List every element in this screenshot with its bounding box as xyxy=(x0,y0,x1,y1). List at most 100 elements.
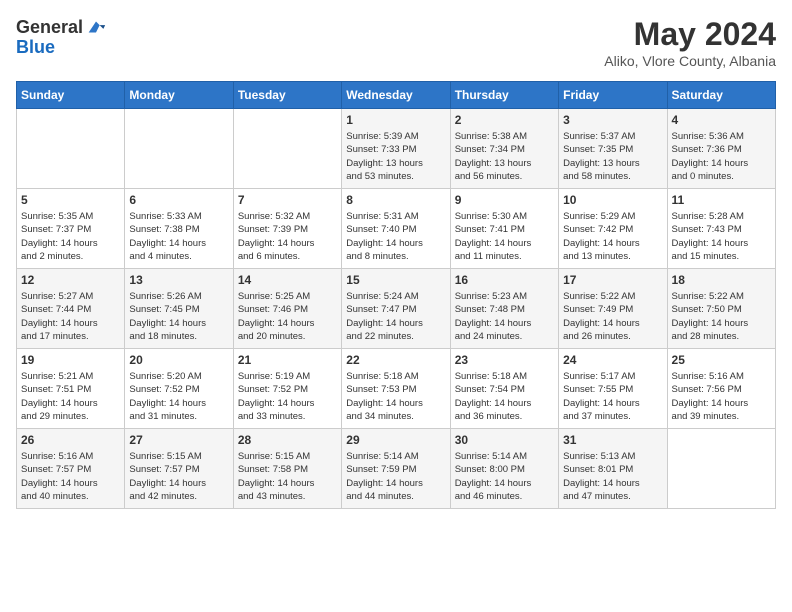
day-info-line: Daylight: 13 hours xyxy=(455,157,554,170)
day-info-line: Daylight: 14 hours xyxy=(455,397,554,410)
day-info-line: Sunset: 7:39 PM xyxy=(238,223,337,236)
day-number: 24 xyxy=(563,353,662,367)
cell-w3-d3: 14Sunrise: 5:25 AMSunset: 7:46 PMDayligh… xyxy=(233,269,341,349)
col-thursday: Thursday xyxy=(450,82,558,109)
day-info-line: and 34 minutes. xyxy=(346,410,445,423)
day-number: 21 xyxy=(238,353,337,367)
cell-w4-d7: 25Sunrise: 5:16 AMSunset: 7:56 PMDayligh… xyxy=(667,349,775,429)
day-info-line: and 42 minutes. xyxy=(129,490,228,503)
day-number: 3 xyxy=(563,113,662,127)
day-number: 13 xyxy=(129,273,228,287)
day-info-line: and 43 minutes. xyxy=(238,490,337,503)
cell-w4-d4: 22Sunrise: 5:18 AMSunset: 7:53 PMDayligh… xyxy=(342,349,450,429)
day-info-line: Daylight: 14 hours xyxy=(455,237,554,250)
logo-icon xyxy=(85,16,107,38)
day-info-line: Sunrise: 5:39 AM xyxy=(346,130,445,143)
day-info-line: Sunset: 7:37 PM xyxy=(21,223,120,236)
day-info-line: Sunrise: 5:30 AM xyxy=(455,210,554,223)
day-info-line: and 20 minutes. xyxy=(238,330,337,343)
day-info-line: Daylight: 14 hours xyxy=(563,237,662,250)
week-row-5: 26Sunrise: 5:16 AMSunset: 7:57 PMDayligh… xyxy=(17,429,776,509)
day-info-line: Sunrise: 5:32 AM xyxy=(238,210,337,223)
col-friday: Friday xyxy=(559,82,667,109)
cell-w4-d5: 23Sunrise: 5:18 AMSunset: 7:54 PMDayligh… xyxy=(450,349,558,429)
day-info-line: Daylight: 14 hours xyxy=(346,237,445,250)
day-info-line: Sunset: 7:49 PM xyxy=(563,303,662,316)
day-info-line: Sunset: 7:33 PM xyxy=(346,143,445,156)
day-info-line: and 29 minutes. xyxy=(21,410,120,423)
title-month: May 2024 xyxy=(604,16,776,53)
day-info-line: Sunset: 7:52 PM xyxy=(238,383,337,396)
day-info-line: Sunrise: 5:17 AM xyxy=(563,370,662,383)
day-info-line: Sunrise: 5:37 AM xyxy=(563,130,662,143)
day-info-line: Sunrise: 5:15 AM xyxy=(238,450,337,463)
day-info-line: Sunset: 7:36 PM xyxy=(672,143,771,156)
day-number: 27 xyxy=(129,433,228,447)
day-info-line: Sunrise: 5:28 AM xyxy=(672,210,771,223)
cell-w2-d1: 5 Sunrise: 5:35 AMSunset: 7:37 PMDaylight… xyxy=(17,189,125,269)
day-info-line: Sunrise: 5:25 AM xyxy=(238,290,337,303)
day-info-line: Sunset: 7:47 PM xyxy=(346,303,445,316)
day-info-line: Sunrise: 5:14 AM xyxy=(346,450,445,463)
day-info-line: and 36 minutes. xyxy=(455,410,554,423)
day-info-line: Sunset: 7:55 PM xyxy=(563,383,662,396)
week-row-4: 19Sunrise: 5:21 AMSunset: 7:51 PMDayligh… xyxy=(17,349,776,429)
cell-w2-d5: 9Sunrise: 5:30 AMSunset: 7:41 PMDaylight… xyxy=(450,189,558,269)
col-tuesday: Tuesday xyxy=(233,82,341,109)
day-info-line: Sunrise: 5:26 AM xyxy=(129,290,228,303)
cell-w5-d4: 29Sunrise: 5:14 AMSunset: 7:59 PMDayligh… xyxy=(342,429,450,509)
day-number: 22 xyxy=(346,353,445,367)
day-info-line: Sunrise: 5:20 AM xyxy=(129,370,228,383)
cell-w1-d5: 2Sunrise: 5:38 AMSunset: 7:34 PMDaylight… xyxy=(450,109,558,189)
day-info-line: Sunrise: 5:22 AM xyxy=(563,290,662,303)
day-info-line: and 40 minutes. xyxy=(21,490,120,503)
day-info-line: Daylight: 14 hours xyxy=(129,397,228,410)
cell-w2-d6: 10Sunrise: 5:29 AMSunset: 7:42 PMDayligh… xyxy=(559,189,667,269)
cell-w5-d5: 30Sunrise: 5:14 AMSunset: 8:00 PMDayligh… xyxy=(450,429,558,509)
cell-w1-d7: 4Sunrise: 5:36 AMSunset: 7:36 PMDaylight… xyxy=(667,109,775,189)
day-info-line: and 44 minutes. xyxy=(346,490,445,503)
day-info-line: Sunset: 7:56 PM xyxy=(672,383,771,396)
day-info-line: and 0 minutes. xyxy=(672,170,771,183)
cell-w3-d2: 13Sunrise: 5:26 AMSunset: 7:45 PMDayligh… xyxy=(125,269,233,349)
day-info-line: Sunset: 7:52 PM xyxy=(129,383,228,396)
day-info-line: Daylight: 14 hours xyxy=(672,237,771,250)
day-info-line: Sunset: 7:43 PM xyxy=(672,223,771,236)
day-info-line: Sunset: 7:51 PM xyxy=(21,383,120,396)
day-number: 5 xyxy=(21,193,120,207)
day-info-line: Daylight: 14 hours xyxy=(563,477,662,490)
day-number: 28 xyxy=(238,433,337,447)
day-info-line: Sunrise: 5:24 AM xyxy=(346,290,445,303)
day-info-line: Daylight: 14 hours xyxy=(21,237,120,250)
day-info-line: Sunrise: 5:38 AM xyxy=(455,130,554,143)
col-sunday: Sunday xyxy=(17,82,125,109)
week-row-3: 12Sunrise: 5:27 AMSunset: 7:44 PMDayligh… xyxy=(17,269,776,349)
day-info-line: and 13 minutes. xyxy=(563,250,662,263)
day-info-line: Sunset: 7:57 PM xyxy=(21,463,120,476)
day-info-line: Sunrise: 5:36 AM xyxy=(672,130,771,143)
day-info-line: Daylight: 14 hours xyxy=(346,317,445,330)
day-info-line: Sunset: 7:54 PM xyxy=(455,383,554,396)
day-info-line: Sunrise: 5:16 AM xyxy=(672,370,771,383)
day-info-line: Sunset: 7:41 PM xyxy=(455,223,554,236)
day-info-line: Sunrise: 5:13 AM xyxy=(563,450,662,463)
day-info-line: Daylight: 14 hours xyxy=(672,397,771,410)
day-number: 6 xyxy=(129,193,228,207)
day-info-line: Sunrise: 5:16 AM xyxy=(21,450,120,463)
day-info-line: Daylight: 14 hours xyxy=(455,317,554,330)
day-info-line: Sunset: 7:48 PM xyxy=(455,303,554,316)
cell-w5-d3: 28Sunrise: 5:15 AMSunset: 7:58 PMDayligh… xyxy=(233,429,341,509)
day-info-line: and 47 minutes. xyxy=(563,490,662,503)
logo-general: General xyxy=(16,18,83,36)
cell-w1-d3 xyxy=(233,109,341,189)
day-info-line: and 11 minutes. xyxy=(455,250,554,263)
day-info-line: Sunrise: 5:14 AM xyxy=(455,450,554,463)
logo: General Blue xyxy=(16,16,107,56)
day-number: 7 xyxy=(238,193,337,207)
day-info-line: Sunrise: 5:35 AM xyxy=(21,210,120,223)
day-info-line: Sunset: 7:40 PM xyxy=(346,223,445,236)
day-info-line: Daylight: 14 hours xyxy=(21,397,120,410)
day-info-line: and 26 minutes. xyxy=(563,330,662,343)
cell-w4-d1: 19Sunrise: 5:21 AMSunset: 7:51 PMDayligh… xyxy=(17,349,125,429)
day-info-line: and 18 minutes. xyxy=(129,330,228,343)
